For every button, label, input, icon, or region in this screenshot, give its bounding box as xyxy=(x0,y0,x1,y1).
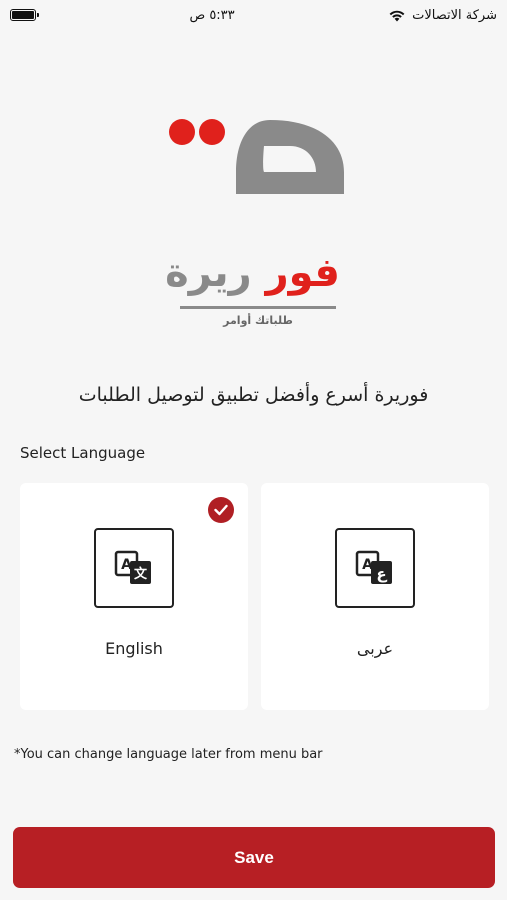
brand-name-part2: ريرة xyxy=(165,250,252,296)
wifi-icon xyxy=(389,10,405,21)
brand-subtitle: طلباتك أوامر xyxy=(223,314,293,327)
language-card-arabic[interactable]: A ع عربى xyxy=(261,483,489,710)
brand-name-part1: فور xyxy=(265,250,340,296)
language-card-english[interactable]: A 文 English xyxy=(20,483,248,710)
tagline: فوريرة أسرع وأفضل تطبيق لتوصيل الطلبات xyxy=(78,384,429,406)
status-bar: ٥:٣٣ ص شركة الاتصالات xyxy=(0,0,507,30)
brand-logo: فور ريرة طلباتك أوامر xyxy=(140,110,365,335)
selected-check-icon xyxy=(208,497,234,523)
status-time: ٥:٣٣ ص xyxy=(189,7,235,23)
language-name-english: English xyxy=(105,639,163,658)
translate-a-x-icon: A 文 xyxy=(94,528,174,608)
svg-text:文: 文 xyxy=(134,566,148,582)
status-right: شركة الاتصالات xyxy=(388,8,497,23)
save-button[interactable]: Save xyxy=(13,827,495,888)
svg-text:ع: ع xyxy=(376,565,387,583)
language-change-note: *You can change language later from menu… xyxy=(14,747,323,762)
translate-a-ain-icon: A ع xyxy=(335,528,415,608)
battery-icon xyxy=(10,9,39,21)
brand-name: فور ريرة xyxy=(140,250,365,296)
logo-mark-icon xyxy=(169,119,344,194)
brand-divider xyxy=(180,306,336,309)
carrier-name: شركة الاتصالات xyxy=(412,7,497,23)
select-language-label: Select Language xyxy=(20,444,146,462)
status-left xyxy=(10,9,39,21)
language-name-arabic: عربى xyxy=(356,639,394,658)
